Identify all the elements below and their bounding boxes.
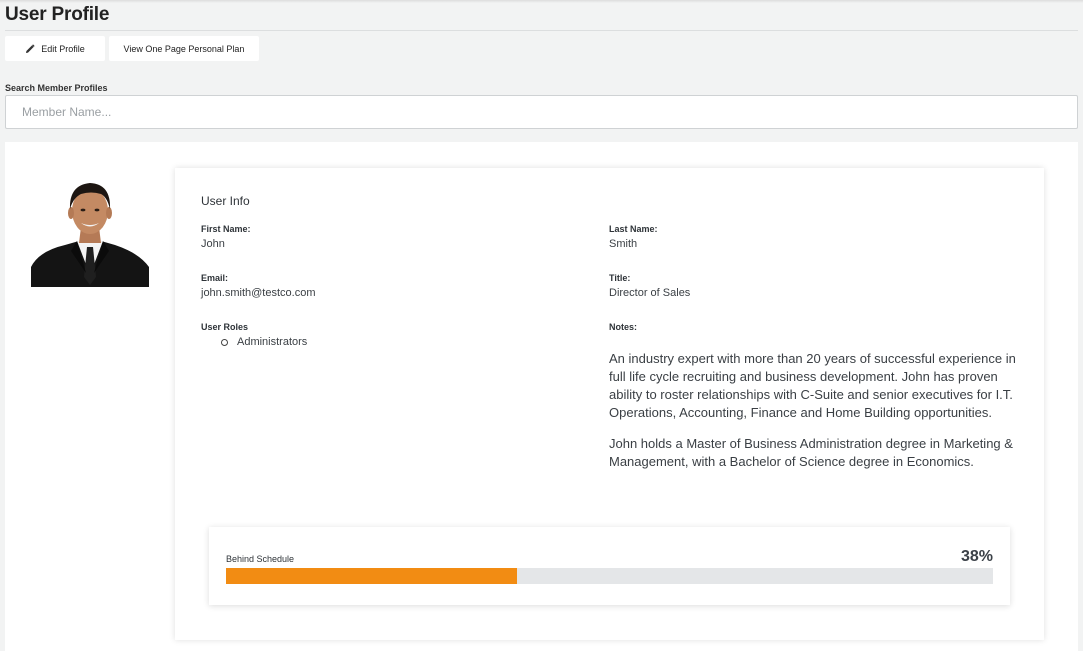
user-info-heading: User Info — [201, 194, 250, 208]
user-info-card: User Info First Name: John Last Name: Sm… — [175, 168, 1044, 640]
progress-status-label: Behind Schedule — [226, 554, 295, 564]
last-name-label: Last Name: — [609, 224, 658, 234]
title-label: Title: — [609, 273, 631, 283]
schedule-progress-card: Behind Schedule 38% — [209, 527, 1010, 605]
notes-paragraph: An industry expert with more than 20 yea… — [609, 351, 1016, 420]
title-value: Director of Sales — [609, 287, 691, 299]
email-value: john.smith@testco.com — [201, 287, 316, 299]
progress-bar-track — [226, 568, 993, 584]
avatar — [31, 167, 149, 287]
email-label: Email: — [201, 273, 229, 283]
search-label: Search Member Profiles — [5, 83, 108, 93]
member-search-input[interactable] — [6, 96, 1077, 128]
title-divider — [5, 30, 1078, 31]
pencil-icon — [26, 43, 35, 53]
notes-paragraph: John holds a Master of Business Administ… — [609, 436, 1013, 469]
list-item: Administrators — [221, 336, 307, 348]
first-name-label: First Name: — [201, 224, 251, 234]
edit-profile-label: Edit Profile — [41, 43, 85, 54]
view-personal-plan-button[interactable]: View One Page Personal Plan — [109, 36, 259, 61]
top-edge-shadow — [0, 0, 1083, 3]
role-label: Administrators — [237, 336, 308, 348]
user-photo — [31, 167, 149, 287]
last-name-value: Smith — [609, 238, 638, 250]
notes-label: Notes: — [609, 322, 638, 332]
progress-bar-fill — [226, 568, 518, 584]
circle-bullet-icon — [221, 338, 228, 346]
user-roles-label: User Roles — [201, 322, 249, 332]
notes-text: An industry expert with more than 20 yea… — [609, 350, 1029, 484]
progress-percent: 38% — [960, 548, 993, 565]
first-name-value: John — [201, 238, 225, 250]
search-box — [5, 95, 1078, 129]
user-roles-list: Administrators — [221, 336, 307, 348]
edit-profile-button[interactable]: Edit Profile — [5, 36, 105, 61]
page-title: User Profile — [5, 4, 110, 25]
profile-panel: User Info First Name: John Last Name: Sm… — [5, 142, 1078, 651]
view-personal-plan-label: View One Page Personal Plan — [123, 43, 245, 54]
